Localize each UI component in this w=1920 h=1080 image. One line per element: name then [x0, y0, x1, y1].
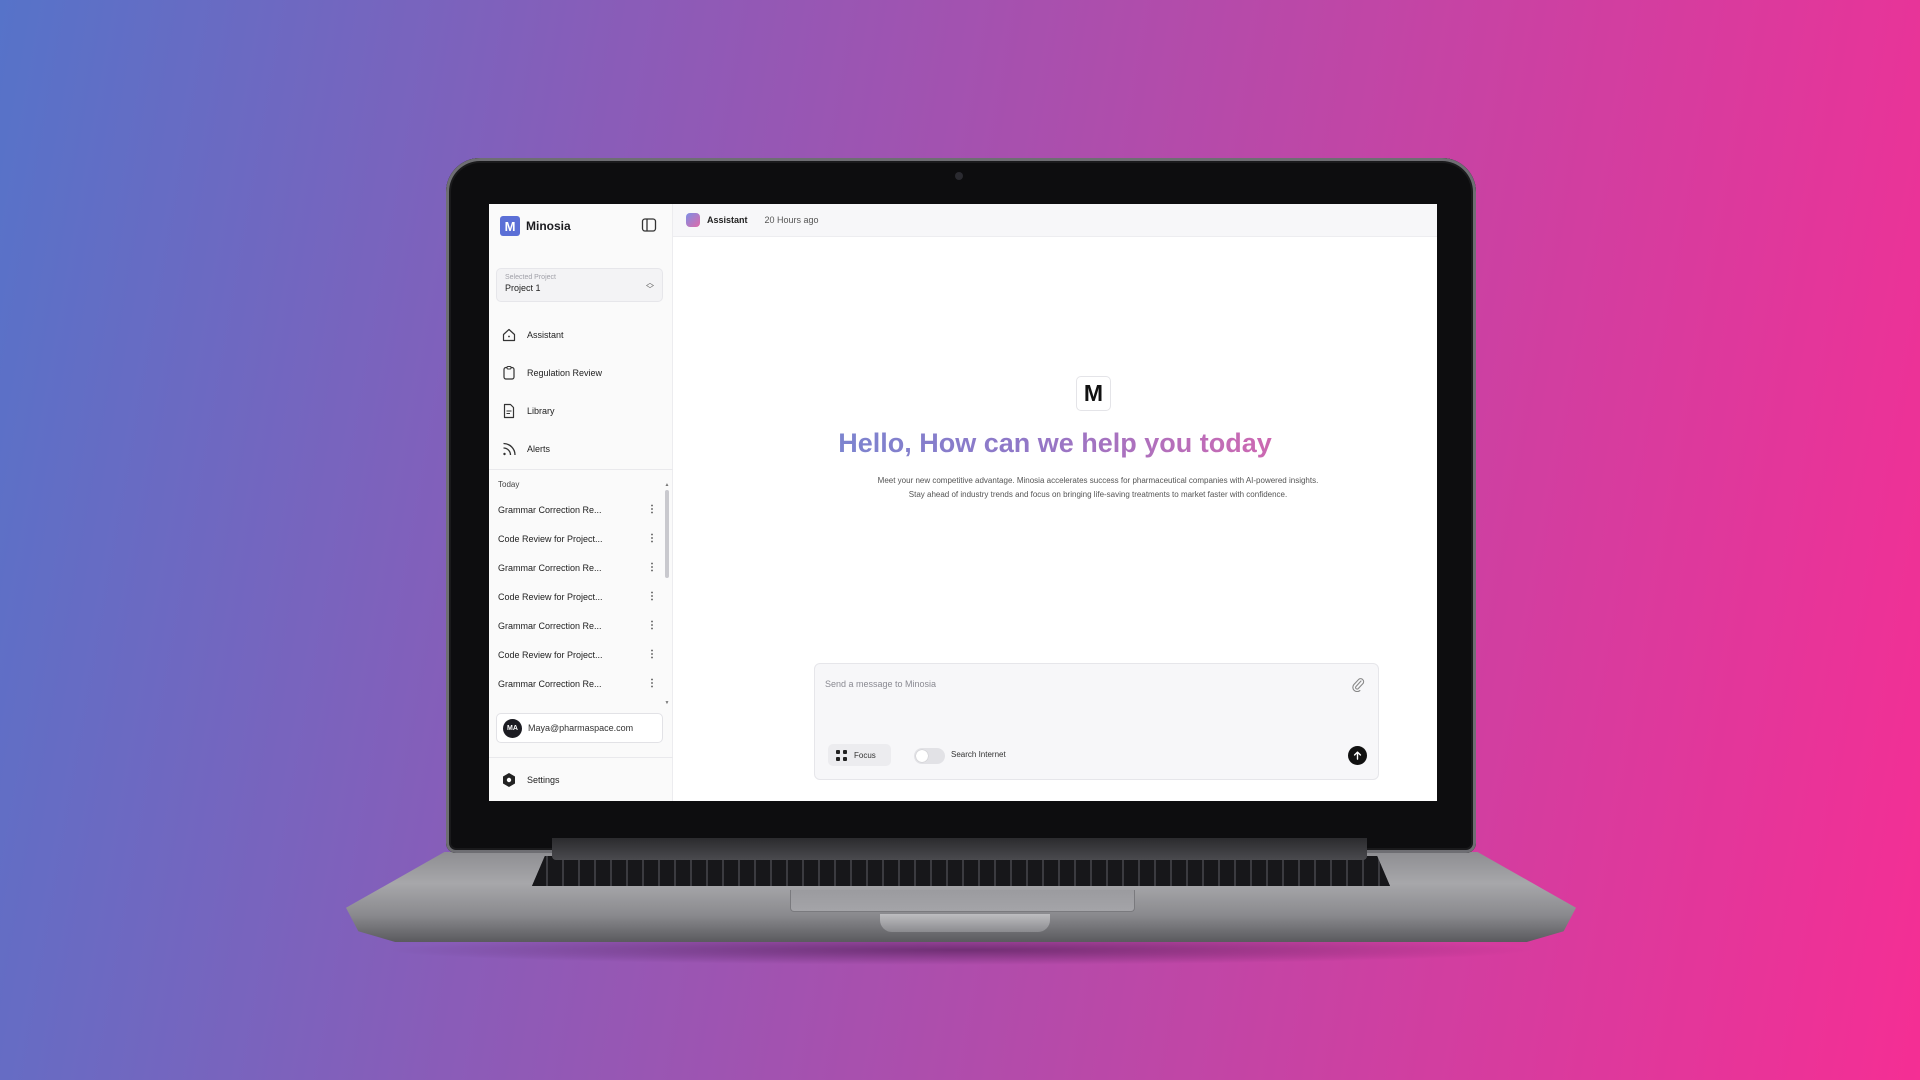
scroll-up-icon[interactable]: ▲ [664, 482, 670, 488]
brand-name: Minosia [526, 219, 571, 233]
sidebar: M Minosia Selected Project Project 1 ︿ ﹀ … [489, 204, 673, 801]
project-value: Project 1 [505, 283, 541, 293]
chevron-updown-icon: ︿ ﹀ [646, 278, 654, 294]
nav-label: Alerts [527, 444, 551, 454]
document-icon [503, 403, 515, 419]
history-item-label: Grammar Correction Re... [498, 562, 602, 573]
grid-icon [836, 749, 847, 761]
history-item[interactable]: Code Review for Project... ⋮ [498, 524, 660, 553]
more-vertical-icon[interactable]: ⋮ [644, 649, 660, 660]
search-internet-toggle[interactable] [914, 748, 945, 764]
laptop-trackpad [790, 890, 1135, 912]
project-caption: Selected Project [505, 274, 556, 281]
laptop-keyboard [532, 856, 1390, 886]
history-item-label: Grammar Correction Re... [498, 504, 602, 515]
settings-label: Settings [527, 774, 560, 785]
main-panel: Assistant 20 Hours ago M Hello, How can … [673, 204, 1437, 801]
scroll-down-icon[interactable]: ▼ [664, 700, 670, 706]
nav-item-library[interactable]: Library [501, 392, 666, 430]
hero-subtitle-line: Meet your new competitive advantage. Min… [877, 476, 1319, 485]
history-item-label: Code Review for Project... [498, 591, 603, 602]
home-icon [502, 328, 516, 342]
history-heading: Today [498, 480, 520, 489]
chat-history: Today Grammar Correction Re... ⋮ Code Rev… [498, 480, 660, 702]
camera-icon [955, 172, 963, 180]
search-internet-label: Search Internet [951, 750, 1006, 759]
history-item[interactable]: Code Review for Project... ⋮ [498, 640, 660, 669]
hero-subtitle: Meet your new competitive advantage. Min… [803, 474, 1393, 502]
settings-button[interactable]: Settings [489, 757, 673, 801]
more-vertical-icon[interactable]: ⋮ [644, 562, 660, 573]
paperclip-icon[interactable] [1350, 676, 1366, 692]
history-item-label: Grammar Correction Re... [498, 678, 602, 689]
scroll-thumb[interactable] [665, 490, 669, 578]
user-email: Maya@pharmaspace.com [528, 723, 634, 733]
settings-icon [503, 772, 515, 787]
hero-title: Hello, How can we help you today [673, 428, 1437, 459]
nav-label: Regulation Review [527, 368, 603, 378]
nav-label: Library [527, 406, 555, 416]
history-item-label: Code Review for Project... [498, 533, 603, 544]
app-screen: M Minosia Selected Project Project 1 ︿ ﹀ … [489, 204, 1437, 801]
history-item[interactable]: Grammar Correction Re... ⋮ [498, 553, 660, 582]
nav-item-assistant[interactable]: Assistant [501, 316, 666, 354]
laptop-hinge [552, 838, 1367, 860]
history-item-label: Grammar Correction Re... [498, 620, 602, 631]
avatar: MA [503, 718, 522, 738]
message-composer: Focus Search Internet [814, 663, 1379, 780]
sidebar-toggle-icon[interactable] [641, 217, 657, 233]
hero-logo-icon: M [1076, 376, 1111, 411]
history-item[interactable]: Grammar Correction Re... ⋮ [498, 495, 660, 524]
laptop-notch [880, 914, 1050, 932]
history-item-label: Code Review for Project... [498, 649, 603, 660]
topbar-title: Assistant [707, 215, 748, 225]
send-button[interactable] [1348, 746, 1367, 765]
history-item[interactable]: Grammar Correction Re... ⋮ [498, 669, 660, 698]
message-input[interactable] [825, 679, 1325, 689]
nav-item-regulation-review[interactable]: Regulation Review [501, 354, 666, 392]
history-item[interactable]: Grammar Correction Re... ⋮ [498, 611, 660, 640]
assistant-badge-icon [686, 213, 700, 227]
more-vertical-icon[interactable]: ⋮ [644, 533, 660, 544]
brand-logo-icon: M [500, 216, 520, 236]
more-vertical-icon[interactable]: ⋮ [644, 504, 660, 515]
main-nav: Assistant Regulation Review Library Aler… [501, 316, 666, 468]
focus-button[interactable]: Focus [828, 744, 891, 766]
history-item[interactable]: Code Review for Project... ⋮ [498, 582, 660, 611]
topbar-timestamp: 20 Hours ago [764, 215, 819, 225]
focus-label: Focus [854, 750, 876, 760]
nav-label: Assistant [527, 330, 564, 340]
more-vertical-icon[interactable]: ⋮ [644, 591, 660, 602]
more-vertical-icon[interactable]: ⋮ [644, 678, 660, 689]
nav-item-alerts[interactable]: Alerts [501, 430, 666, 468]
hero-subtitle-line: Stay ahead of industry trends and focus … [908, 490, 1288, 499]
toggle-knob [916, 750, 928, 762]
history-scrollbar[interactable]: ▲ ▼ [664, 482, 670, 707]
more-vertical-icon[interactable]: ⋮ [644, 620, 660, 631]
rss-icon [503, 442, 516, 456]
project-select[interactable]: Selected Project Project 1 ︿ ﹀ [496, 268, 663, 302]
clipboard-icon [503, 366, 515, 380]
user-account[interactable]: MA Maya@pharmaspace.com [496, 713, 663, 743]
arrow-up-icon [1353, 751, 1362, 760]
topbar: Assistant 20 Hours ago [673, 204, 1437, 237]
brand[interactable]: M Minosia [500, 216, 571, 236]
sidebar-divider [489, 469, 673, 470]
